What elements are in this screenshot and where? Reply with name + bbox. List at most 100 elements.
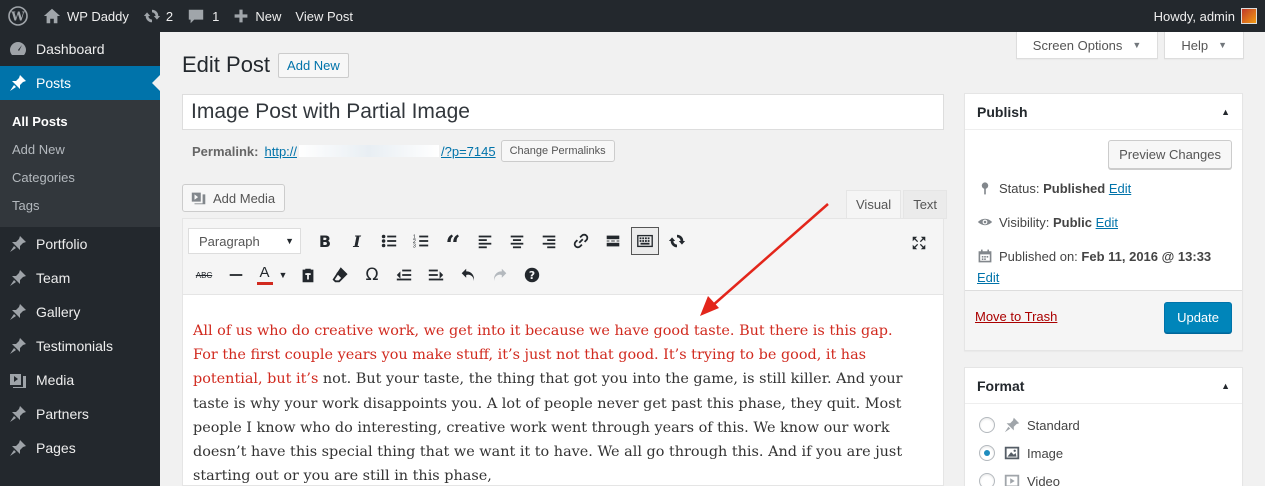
- publish-box: Publish ▲ Preview Changes Status: Publis…: [964, 93, 1243, 351]
- special-character-button[interactable]: Ω: [356, 261, 388, 289]
- visibility-label: Visibility:: [999, 214, 1050, 230]
- sidebar-item-partners[interactable]: Partners: [0, 397, 160, 431]
- post-title-input[interactable]: Image Post with Partial Image: [182, 94, 944, 130]
- sidebar-item-pages[interactable]: Pages: [0, 431, 160, 465]
- sidebar-item-label: Gallery: [36, 304, 81, 320]
- add-new-button[interactable]: Add New: [278, 52, 349, 78]
- align-left-button[interactable]: [469, 227, 501, 255]
- collapse-arrow-icon[interactable]: ▲: [1221, 107, 1230, 117]
- pin-icon: [1004, 417, 1020, 433]
- strikethrough-button[interactable]: ABC: [188, 261, 220, 289]
- screen-options-button[interactable]: Screen Options ▼: [1015, 32, 1159, 59]
- move-to-trash-link[interactable]: Move to Trash: [975, 309, 1057, 324]
- submenu-tags[interactable]: Tags: [0, 191, 160, 219]
- sidebar-item-media[interactable]: Media: [0, 363, 160, 397]
- numbered-list-button[interactable]: 123: [405, 227, 437, 255]
- permalink-row: Permalink: http:// /?p=7145 Change Perma…: [192, 140, 615, 162]
- format-option-standard[interactable]: Standard: [979, 416, 1080, 434]
- bold-button[interactable]: B: [309, 227, 341, 255]
- align-right-button[interactable]: [533, 227, 565, 255]
- tab-visual[interactable]: Visual: [846, 190, 902, 219]
- bullet-list-button[interactable]: [373, 227, 405, 255]
- undo-button[interactable]: [452, 261, 484, 289]
- page-title: Edit Post: [182, 52, 271, 77]
- horizontal-line-button[interactable]: [220, 261, 252, 289]
- collapse-arrow-icon[interactable]: ▲: [1221, 381, 1230, 391]
- format-select[interactable]: Paragraph ▼: [188, 228, 301, 254]
- paste-text-button[interactable]: [292, 261, 324, 289]
- change-permalinks-button[interactable]: Change Permalinks: [500, 140, 615, 162]
- sidebar-item-portfolio[interactable]: Portfolio: [0, 227, 160, 261]
- tab-text[interactable]: Text: [903, 190, 948, 219]
- format-option-image[interactable]: Image: [979, 444, 1063, 462]
- preview-changes-button[interactable]: Preview Changes: [1108, 140, 1232, 169]
- read-more-button[interactable]: [597, 227, 629, 255]
- new-content-link[interactable]: New: [226, 0, 288, 32]
- redo-button[interactable]: [484, 261, 516, 289]
- editor-tabs: Visual Text: [846, 190, 948, 219]
- sidebar-item-label: Pages: [36, 440, 76, 456]
- help-button[interactable]: Help ▼: [1164, 32, 1244, 59]
- updates-link[interactable]: 2: [136, 0, 180, 32]
- text-color-button[interactable]: A ▼: [252, 261, 292, 289]
- insert-link-button[interactable]: [565, 227, 597, 255]
- sidebar-item-team[interactable]: Team: [0, 261, 160, 295]
- wordpress-logo-icon[interactable]: W: [0, 0, 36, 32]
- indent-button[interactable]: [420, 261, 452, 289]
- submenu-all-posts[interactable]: All Posts: [0, 107, 160, 135]
- radio-standard[interactable]: [979, 417, 995, 433]
- published-value: Feb 11, 2016 @ 13:33: [1081, 248, 1212, 264]
- format-box-header[interactable]: Format ▲: [965, 368, 1242, 404]
- site-name-link[interactable]: WP Daddy: [36, 0, 136, 32]
- edit-status-link[interactable]: Edit: [1109, 181, 1131, 196]
- editor-content[interactable]: All of us who do creative work, we get i…: [183, 295, 943, 486]
- sidebar-item-testimonials[interactable]: Testimonials: [0, 329, 160, 363]
- edit-visibility-link[interactable]: Edit: [1096, 215, 1118, 230]
- media-icon: [191, 192, 206, 205]
- comments-link[interactable]: 1: [180, 0, 226, 32]
- submenu-add-new[interactable]: Add New: [0, 135, 160, 163]
- comment-icon: [188, 9, 204, 24]
- view-post-link[interactable]: View Post: [288, 0, 360, 32]
- outdent-button[interactable]: [388, 261, 420, 289]
- permalink-url-end[interactable]: /?p=7145: [441, 144, 496, 159]
- howdy-text: Howdy, admin: [1153, 8, 1235, 24]
- italic-button[interactable]: I: [341, 227, 373, 255]
- sidebar-item-dashboard[interactable]: Dashboard: [0, 32, 160, 66]
- update-button[interactable]: Update: [1164, 302, 1232, 333]
- clear-formatting-button[interactable]: [324, 261, 356, 289]
- align-center-button[interactable]: [501, 227, 533, 255]
- fullscreen-button[interactable]: [903, 229, 935, 257]
- pin-icon: [10, 75, 26, 91]
- admin-bar: W WP Daddy 2 1 New View Post Howdy, admi…: [0, 0, 1265, 32]
- caret-down-icon: ▼: [1132, 40, 1142, 50]
- radio-image[interactable]: [979, 445, 995, 461]
- permalink-label: Permalink:: [192, 143, 259, 159]
- visibility-value: Public: [1052, 214, 1092, 230]
- permalink-url-start[interactable]: http://: [264, 144, 297, 159]
- toolbar-row-2: ABC A ▼ Ω ?: [188, 261, 548, 289]
- undo-icon: [461, 268, 474, 282]
- pin-icon: [10, 270, 26, 286]
- my-account[interactable]: Howdy, admin: [1147, 0, 1265, 32]
- bullet-list-icon: [381, 234, 397, 248]
- toolbar-toggle-button[interactable]: [631, 227, 659, 255]
- help-shortcuts-button[interactable]: ?: [516, 261, 548, 289]
- link-icon: [573, 233, 589, 249]
- radio-video[interactable]: [979, 473, 995, 486]
- blockquote-button[interactable]: “: [437, 227, 469, 259]
- sidebar-item-posts[interactable]: Posts: [0, 66, 160, 100]
- sidebar-item-gallery[interactable]: Gallery: [0, 295, 160, 329]
- svg-text:3: 3: [413, 243, 416, 249]
- publish-box-header[interactable]: Publish ▲: [965, 94, 1242, 130]
- updates-count: 2: [165, 8, 174, 24]
- clipboard-icon: [302, 268, 314, 283]
- format-title: Format: [977, 377, 1025, 394]
- edit-date-link[interactable]: Edit: [977, 270, 999, 285]
- format-option-video[interactable]: Video: [979, 472, 1060, 486]
- add-media-label: Add Media: [213, 190, 276, 206]
- horizontal-line-icon: [229, 274, 243, 276]
- submenu-categories[interactable]: Categories: [0, 163, 160, 191]
- refresh-button[interactable]: [661, 227, 693, 255]
- add-media-button[interactable]: Add Media: [182, 184, 286, 212]
